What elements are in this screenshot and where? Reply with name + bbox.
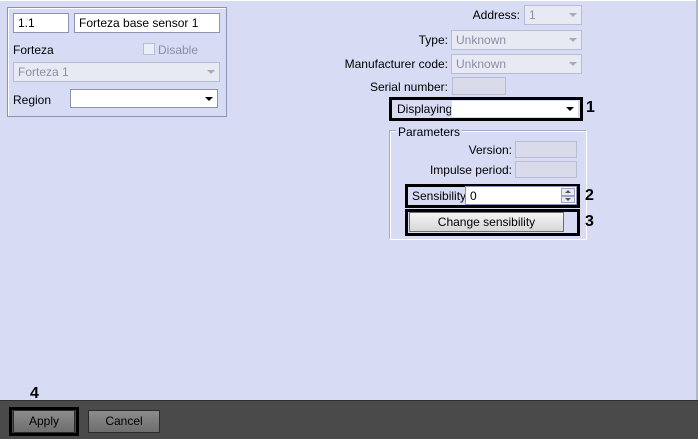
callout-3-number: 3 bbox=[585, 213, 594, 230]
impulse-period-field bbox=[515, 161, 577, 178]
footer-bar: Apply Cancel bbox=[0, 400, 698, 439]
parameters-group-title: Parameters bbox=[396, 125, 463, 139]
top-border bbox=[0, 0, 698, 1]
sensibility-value: 0 bbox=[470, 189, 477, 203]
manufacturer-code-label: Manufacturer code: bbox=[344, 57, 448, 71]
object-type-label: Forteza bbox=[13, 43, 54, 57]
manufacturer-code-combo: Unknown bbox=[451, 54, 582, 74]
displaying-label: Displaying: bbox=[397, 102, 456, 116]
object-panel: 1.1 Forteza base sensor 1 Forteza Disabl… bbox=[7, 7, 227, 117]
object-id-field[interactable]: 1.1 bbox=[13, 13, 69, 33]
serial-number-field bbox=[452, 77, 506, 95]
chevron-down-icon[interactable] bbox=[202, 91, 216, 106]
chevron-down-icon bbox=[204, 64, 218, 80]
address-combo: 1 bbox=[524, 5, 582, 25]
sensibility-spinner[interactable] bbox=[561, 188, 575, 203]
region-label: Region bbox=[13, 93, 52, 107]
version-field bbox=[515, 141, 577, 158]
region-combo[interactable] bbox=[70, 89, 218, 108]
spin-up-icon[interactable] bbox=[561, 188, 575, 196]
parent-object-combo: Forteza 1 bbox=[13, 62, 220, 82]
parent-object-value: Forteza 1 bbox=[18, 65, 69, 79]
apply-button[interactable]: Apply bbox=[13, 410, 75, 433]
address-value: 1 bbox=[529, 8, 536, 22]
address-label: Address: bbox=[472, 8, 520, 22]
disable-checkbox[interactable] bbox=[143, 43, 155, 55]
manufacturer-code-value: Unknown bbox=[456, 57, 507, 71]
impulse-period-label: Impulse period: bbox=[429, 163, 512, 177]
type-label: Type: bbox=[418, 33, 448, 47]
serial-number-label: Serial number: bbox=[369, 80, 448, 94]
object-name-field[interactable]: Forteza base sensor 1 bbox=[74, 13, 220, 33]
chevron-down-icon[interactable] bbox=[563, 102, 577, 116]
sensibility-spinbox[interactable]: 0 bbox=[465, 186, 577, 205]
type-combo: Unknown bbox=[451, 30, 582, 50]
version-label: Version: bbox=[468, 143, 512, 157]
chevron-down-icon bbox=[566, 56, 580, 72]
change-sensibility-button[interactable]: Change sensibility bbox=[409, 212, 564, 232]
displaying-combo[interactable] bbox=[451, 100, 579, 118]
disable-label: Disable bbox=[158, 43, 199, 57]
sensibility-label: Sensibility: bbox=[412, 189, 470, 203]
type-value: Unknown bbox=[456, 33, 507, 47]
chevron-down-icon bbox=[566, 7, 580, 23]
spin-down-icon[interactable] bbox=[561, 195, 575, 203]
callout-2-number: 2 bbox=[585, 187, 594, 204]
chevron-down-icon bbox=[566, 32, 580, 48]
cancel-button[interactable]: Cancel bbox=[88, 410, 160, 433]
callout-1-number: 1 bbox=[586, 99, 595, 116]
